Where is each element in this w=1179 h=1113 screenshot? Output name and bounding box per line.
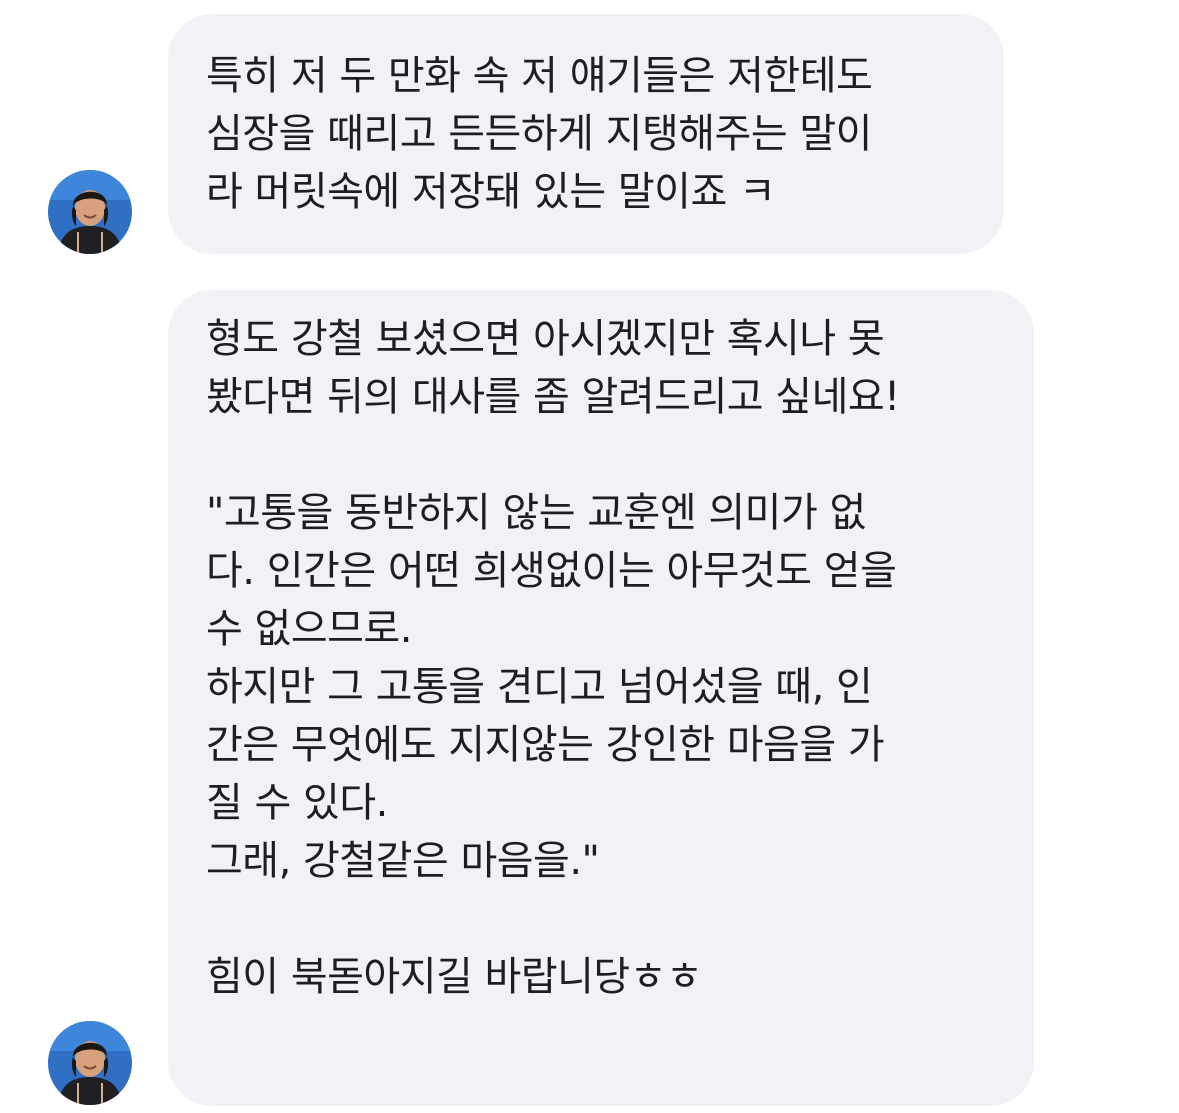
message-text-line: 수 없으므로. (206, 606, 412, 652)
message-text-line: 봤다면 뒤의 대사를 좀 알려드리고 싶네요! (206, 374, 900, 420)
message-bubble[interactable]: 형도 강철 보셨으면 아시겠지만 혹시나 못 봤다면 뒤의 대사를 좀 알려드리… (168, 290, 1034, 1106)
message-text-line: 특히 저 두 만화 속 저 얘기들은 저한테도 (206, 53, 873, 99)
message-text-line: 힘이 북돋아지길 바랍니당ㅎㅎ (206, 954, 703, 1000)
message-text-line: "고통을 동반하지 않는 교훈엔 의미가 없 (206, 490, 866, 536)
message-bubble[interactable]: 특히 저 두 만화 속 저 얘기들은 저한테도 심장을 때리고 든든하게 지탱해… (168, 14, 1004, 254)
sender-avatar[interactable] (48, 1021, 132, 1105)
message-text-line: 라 머릿속에 저장돼 있는 말이죠 ㅋ (206, 169, 776, 215)
message-text-line: 질 수 있다. (206, 780, 388, 826)
sender-avatar[interactable] (48, 170, 132, 254)
message-text-line: 형도 강철 보셨으면 아시겠지만 혹시나 못 (206, 316, 885, 362)
message-text-line: 하지만 그 고통을 견디고 넘어섰을 때, 인 (206, 664, 873, 710)
message-text-line: 심장을 때리고 든든하게 지탱해주는 말이 (206, 111, 872, 157)
message-text-line: 간은 무엇에도 지지않는 강인한 마음을 가 (206, 722, 885, 768)
message-text-line: 다. 인간은 어떤 희생없이는 아무것도 얻을 (206, 548, 897, 594)
message-text-line: 그래, 강철같은 마음을." (206, 838, 600, 884)
